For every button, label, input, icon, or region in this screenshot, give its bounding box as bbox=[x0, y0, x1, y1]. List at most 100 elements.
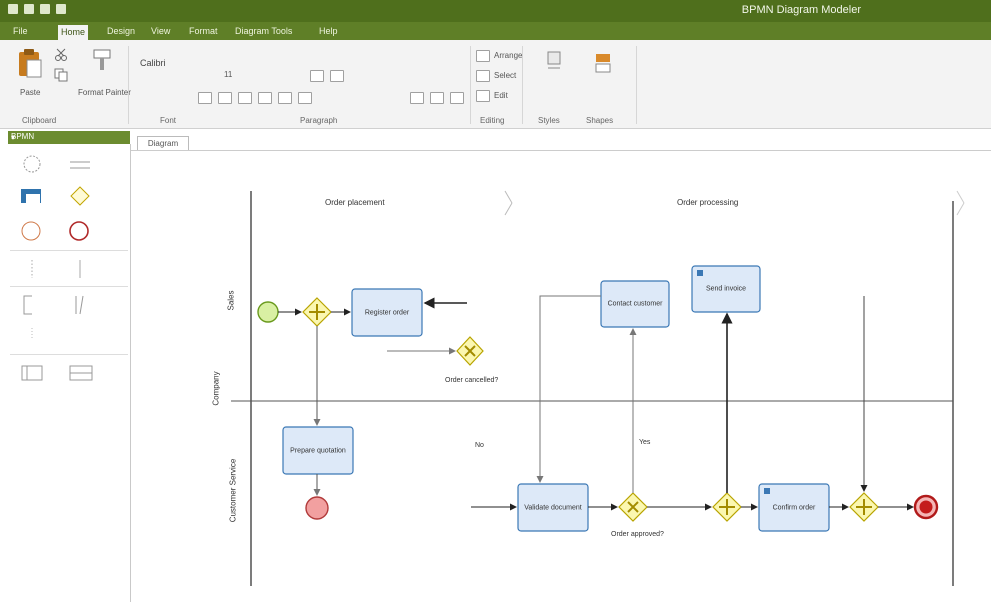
paste-button[interactable]: Paste bbox=[20, 88, 40, 97]
task-confirm-order-text: Confirm order bbox=[772, 504, 816, 511]
group-clipboard-label: Clipboard bbox=[22, 116, 57, 125]
diagram-canvas[interactable]: Order placement Order processing Company… bbox=[131, 150, 991, 603]
gateway-icon[interactable] bbox=[70, 186, 90, 206]
task-prepare-quotation-text: Prepare quotation bbox=[290, 447, 346, 454]
italic-icon[interactable] bbox=[218, 92, 232, 104]
lane-label-sales: Sales bbox=[226, 290, 236, 311]
ribbon-separator bbox=[470, 46, 471, 124]
fill-color-icon[interactable] bbox=[278, 92, 292, 104]
tab-design[interactable]: Design bbox=[104, 24, 138, 38]
panel-divider bbox=[10, 250, 128, 251]
group-icon[interactable] bbox=[22, 324, 42, 346]
quick-access-toolbar bbox=[8, 4, 66, 14]
phase-label-placement: Order placement bbox=[325, 198, 385, 207]
exclusive-gateway-decision[interactable] bbox=[618, 492, 648, 522]
gateway-label-cancel: Order cancelled? bbox=[445, 377, 499, 384]
align-center-icon[interactable] bbox=[430, 92, 444, 104]
cut-icon[interactable] bbox=[54, 48, 68, 62]
tab-home[interactable]: Home bbox=[58, 25, 89, 40]
redo-icon[interactable] bbox=[56, 4, 66, 14]
underline-icon[interactable] bbox=[238, 92, 252, 104]
align-right-icon[interactable] bbox=[450, 92, 464, 104]
group-shapes-label: Shapes bbox=[586, 116, 614, 125]
ribbon-separator bbox=[636, 46, 637, 124]
arrange-button[interactable]: Arrange bbox=[494, 51, 522, 60]
data-object-icon[interactable] bbox=[22, 258, 42, 280]
increase-font-icon[interactable] bbox=[310, 70, 324, 82]
copy-icon[interactable] bbox=[54, 68, 68, 82]
shapes-panel bbox=[8, 144, 131, 602]
window-title: BPMN Diagram Modeler bbox=[741, 4, 861, 16]
shapes-icon[interactable] bbox=[592, 50, 614, 74]
association-icon[interactable] bbox=[68, 294, 90, 316]
pool-label: Company bbox=[211, 371, 221, 406]
ribbon: Paste Format Painter Clipboard Calibri 1… bbox=[0, 40, 991, 129]
tab-help[interactable]: Help bbox=[316, 24, 341, 38]
lane-icon[interactable] bbox=[68, 362, 94, 384]
group-editing-label: Editing bbox=[480, 116, 505, 125]
edit-button[interactable]: Edit bbox=[494, 91, 508, 100]
format-painter-icon[interactable] bbox=[90, 48, 116, 72]
phase-divider bbox=[956, 190, 965, 204]
task-send-invoice-text: Send invoice bbox=[705, 285, 747, 293]
group-paragraph-label: Paragraph bbox=[300, 116, 338, 125]
message-flow-icon[interactable] bbox=[70, 258, 90, 280]
exclusive-gateway-cancel[interactable] bbox=[456, 336, 484, 366]
tab-diagram-tools[interactable]: Diagram Tools bbox=[232, 24, 295, 38]
font-color-icon[interactable] bbox=[258, 92, 272, 104]
decrease-font-icon[interactable] bbox=[330, 70, 344, 82]
title-bar: BPMN Diagram Modeler bbox=[0, 0, 991, 22]
select-icon[interactable] bbox=[476, 70, 490, 82]
align-left-icon[interactable] bbox=[410, 92, 424, 104]
shapes-panel-header[interactable]: BPMN ▾ bbox=[8, 131, 130, 144]
font-name-select[interactable]: Calibri bbox=[140, 58, 166, 68]
gateway-label-decision: Order approved? bbox=[611, 531, 664, 538]
group-styles-label: Styles bbox=[538, 116, 560, 125]
intermediate-event-icon[interactable] bbox=[20, 220, 42, 242]
flow bbox=[536, 295, 601, 483]
end-event-lower[interactable] bbox=[305, 496, 329, 520]
annotation-icon[interactable] bbox=[20, 294, 42, 316]
paste-icon[interactable] bbox=[16, 48, 44, 78]
arrange-icon[interactable] bbox=[476, 50, 490, 62]
end-event-final-inner bbox=[919, 500, 933, 514]
ribbon-separator bbox=[522, 46, 523, 124]
task-register-order-text: Register order bbox=[364, 309, 410, 316]
edit-icon[interactable] bbox=[476, 90, 490, 102]
ribbon-separator bbox=[128, 46, 129, 124]
app-icon bbox=[8, 4, 18, 14]
tab-format[interactable]: Format bbox=[186, 24, 221, 38]
end-event-icon[interactable] bbox=[68, 220, 90, 242]
font-size-select[interactable]: 11 bbox=[224, 70, 232, 79]
phase-divider bbox=[956, 202, 965, 216]
tab-file[interactable]: File bbox=[10, 24, 31, 38]
parallel-gateway-3[interactable] bbox=[849, 492, 879, 522]
tab-diagram[interactable]: Diagram bbox=[137, 136, 189, 151]
panel-divider bbox=[10, 286, 128, 287]
sequence-flow-icon[interactable] bbox=[68, 158, 92, 172]
start-event-icon[interactable] bbox=[22, 154, 42, 174]
lane-label-service: Customer Service bbox=[228, 458, 238, 523]
undo-icon[interactable] bbox=[40, 4, 50, 14]
group-font-label: Font bbox=[160, 116, 177, 125]
task-validate-document-text: Validate document bbox=[524, 504, 582, 511]
phase-divider bbox=[504, 202, 513, 216]
format-painter-button[interactable]: Format Painter bbox=[78, 88, 131, 97]
diagram-svg bbox=[231, 190, 965, 586]
line-color-icon[interactable] bbox=[298, 92, 312, 104]
parallel-gateway-2[interactable] bbox=[712, 492, 742, 522]
styles-icon[interactable] bbox=[546, 50, 562, 72]
bold-icon[interactable] bbox=[198, 92, 212, 104]
start-event[interactable] bbox=[257, 301, 279, 323]
task-shape-icon[interactable] bbox=[20, 188, 42, 204]
save-icon[interactable] bbox=[24, 4, 34, 14]
pool-icon[interactable] bbox=[20, 362, 44, 384]
tab-view[interactable]: View bbox=[148, 24, 173, 38]
ribbon-tabs: File Home Design View Format Diagram Too… bbox=[0, 22, 991, 40]
select-button[interactable]: Select bbox=[494, 71, 516, 80]
chevron-down-icon[interactable]: ▾ bbox=[11, 133, 126, 142]
parallel-gateway-1[interactable] bbox=[302, 297, 332, 327]
task-contact-customer-text: Contact customer bbox=[607, 300, 663, 308]
panel-divider bbox=[10, 354, 128, 355]
phase-divider bbox=[504, 190, 513, 204]
